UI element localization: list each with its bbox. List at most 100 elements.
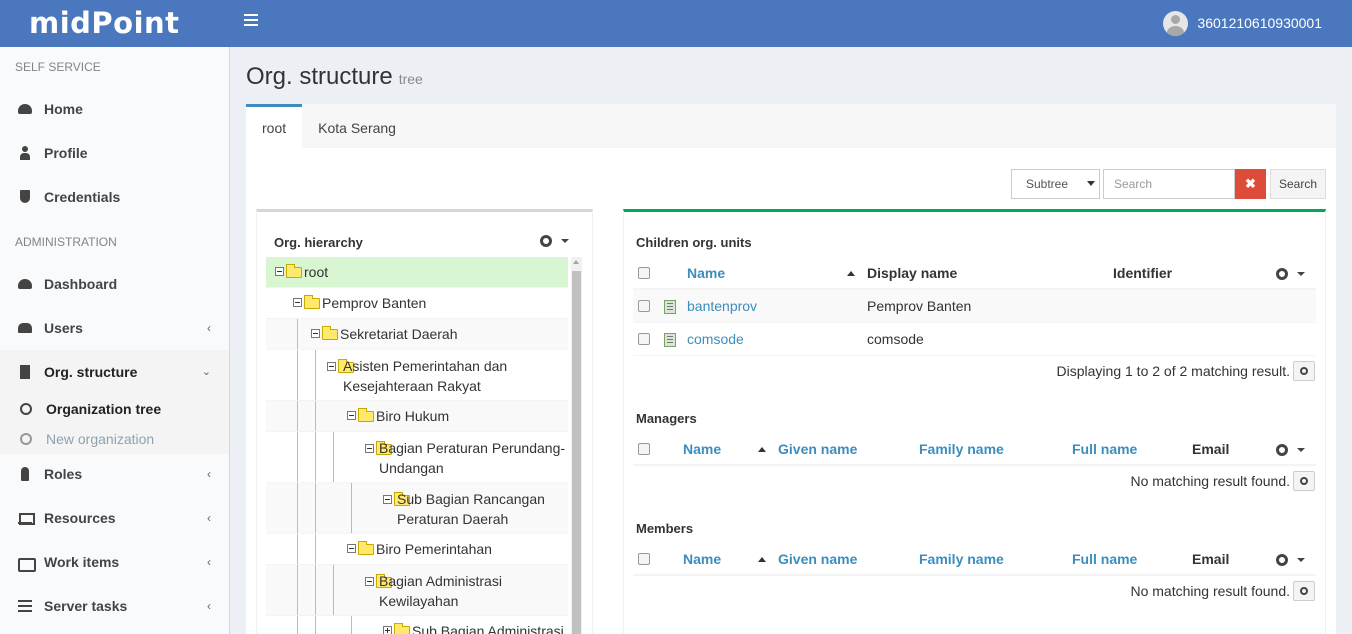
panel-title: Org. hierarchy	[274, 235, 363, 250]
gear-icon	[1276, 268, 1288, 280]
sidebar-item-roles[interactable]: Roles ‹	[0, 452, 229, 496]
members-footer: No matching result found.	[1130, 581, 1315, 601]
scope-select[interactable]: Subtree	[1011, 169, 1100, 199]
org-hierarchy-panel: Org. hierarchy root Pemprov Banten Sekre…	[256, 209, 593, 634]
menu-toggle-icon[interactable]	[244, 14, 258, 26]
org-name-link[interactable]: comsode	[687, 323, 744, 356]
users-icon	[18, 321, 32, 335]
shield-icon	[18, 190, 32, 204]
sidebar-item-org-structure[interactable]: Org. structure ⌄	[0, 350, 229, 394]
avatar	[1163, 11, 1189, 36]
tree-node-label: Biro Hukum	[376, 408, 450, 424]
sidebar-item-home[interactable]: Home	[0, 87, 229, 131]
sidebar-item-users[interactable]: Users ‹	[0, 306, 229, 350]
sidebar-subitem-new-organization[interactable]: New organization	[0, 424, 229, 454]
scroll-up-icon[interactable]	[573, 260, 579, 264]
search-button[interactable]: Search	[1270, 169, 1326, 199]
column-given-name[interactable]: Given name	[778, 433, 857, 466]
org-tree: root Pemprov Banten Sekretariat Daerah A…	[266, 257, 568, 634]
sidebar-item-dashboard[interactable]: Dashboard	[0, 262, 229, 306]
collapse-icon[interactable]	[275, 267, 284, 276]
select-all-checkbox[interactable]	[638, 553, 650, 565]
collapse-icon[interactable]	[347, 411, 356, 420]
tree-node[interactable]: Sub Bagian Rancangan Peraturan Daerah	[266, 483, 568, 534]
table-row[interactable]: comsode comsode	[633, 323, 1316, 356]
collapse-icon[interactable]	[365, 444, 374, 453]
row-checkbox[interactable]	[638, 333, 650, 345]
sidebar-item-label: Credentials	[44, 189, 121, 205]
logo[interactable]: midPoint	[0, 0, 230, 47]
folder-icon	[286, 264, 302, 278]
org-name-link[interactable]: bantenprov	[687, 290, 757, 323]
table-options-menu[interactable]	[1276, 554, 1305, 566]
row-checkbox[interactable]	[638, 300, 650, 312]
collapse-icon[interactable]	[365, 577, 374, 586]
page-size-gear-icon[interactable]	[1293, 581, 1315, 601]
scroll-thumb[interactable]	[572, 271, 581, 634]
sidebar-subitem-organization-tree[interactable]: Organization tree	[0, 394, 229, 424]
tasks-icon	[18, 599, 32, 613]
tree-node[interactable]: Sekretariat Daerah	[266, 319, 568, 350]
user-menu[interactable]: 3601210610930001	[1163, 11, 1322, 36]
tree-node[interactable]: Sub Bagian Administrasi	[266, 616, 568, 634]
sidebar-subitem-label: New organization	[46, 431, 155, 447]
sidebar-item-label: Work items	[44, 554, 120, 570]
collapse-icon[interactable]	[347, 544, 356, 553]
column-family-name[interactable]: Family name	[919, 433, 1004, 466]
chevron-left-icon: ‹	[207, 555, 211, 569]
sidebar-item-server-tasks[interactable]: Server tasks ‹	[0, 584, 229, 628]
tree-node-root[interactable]: root	[266, 257, 568, 288]
column-name[interactable]: Name	[683, 433, 721, 466]
column-given-name[interactable]: Given name	[778, 543, 857, 576]
column-identifier: Identifier	[1113, 265, 1173, 281]
tree-scrollbar[interactable]	[571, 257, 582, 634]
sort-asc-icon[interactable]	[758, 557, 766, 562]
select-all-checkbox[interactable]	[638, 443, 650, 455]
sidebar-item-credentials[interactable]: Credentials	[0, 175, 229, 219]
column-full-name[interactable]: Full name	[1072, 433, 1137, 466]
table-options-menu[interactable]	[1276, 268, 1305, 280]
laptop-icon	[18, 511, 35, 525]
tree-node[interactable]: Pemprov Banten	[266, 288, 568, 319]
tabs-container: root Kota Serang Subtree Search ✖ Search…	[246, 104, 1336, 634]
caret-down-icon	[561, 239, 569, 243]
gear-icon	[1276, 554, 1288, 566]
table-row[interactable]: bantenprov Pemprov Banten	[633, 290, 1316, 323]
table-options-menu[interactable]	[1276, 444, 1305, 456]
sidebar: SELF SERVICE Home Profile Credentials AD…	[0, 47, 230, 634]
clear-search-button[interactable]: ✖	[1235, 169, 1266, 199]
children-title: Children org. units	[636, 235, 752, 250]
sidebar-item-label: Profile	[44, 145, 88, 161]
inbox-icon	[18, 555, 36, 572]
search-input[interactable]: Search	[1103, 169, 1235, 199]
column-family-name[interactable]: Family name	[919, 543, 1004, 576]
column-name[interactable]: Name	[683, 543, 721, 576]
sidebar-item-resources[interactable]: Resources ‹	[0, 496, 229, 540]
collapse-icon[interactable]	[293, 298, 302, 307]
tab-root[interactable]: root	[246, 104, 303, 148]
sidebar-item-work-items[interactable]: Work items ‹	[0, 540, 229, 584]
collapse-icon[interactable]	[311, 329, 320, 338]
page-size-gear-icon[interactable]	[1293, 361, 1315, 381]
tab-kota-serang[interactable]: Kota Serang	[302, 104, 412, 148]
hierarchy-options-menu[interactable]	[540, 235, 569, 247]
sidebar-item-profile[interactable]: Profile	[0, 131, 229, 175]
search-bar: Subtree Search ✖ Search	[1011, 169, 1326, 199]
sort-asc-icon[interactable]	[758, 447, 766, 452]
folder-icon	[394, 623, 410, 634]
members-title: Members	[636, 521, 694, 536]
sort-asc-icon[interactable]	[847, 271, 855, 276]
tree-node[interactable]: Bagian Administrasi Kewilayahan	[266, 565, 568, 616]
select-all-checkbox[interactable]	[638, 267, 650, 279]
column-full-name[interactable]: Full name	[1072, 543, 1137, 576]
collapse-icon[interactable]	[327, 362, 336, 371]
tree-node[interactable]: Biro Pemerintahan	[266, 534, 568, 565]
page-size-gear-icon[interactable]	[1293, 471, 1315, 491]
sidebar-item-label: Org. structure	[44, 364, 138, 380]
tree-node[interactable]: Bagian Peraturan Perundang-Undangan	[266, 432, 568, 483]
column-name[interactable]: Name	[687, 257, 725, 290]
expand-icon[interactable]	[383, 626, 392, 634]
tree-node[interactable]: Biro Hukum	[266, 401, 568, 432]
org-display-name: comsode	[867, 331, 924, 347]
tree-node[interactable]: Asisten Pemerintahan dan Kesejahteraan R…	[266, 350, 568, 401]
